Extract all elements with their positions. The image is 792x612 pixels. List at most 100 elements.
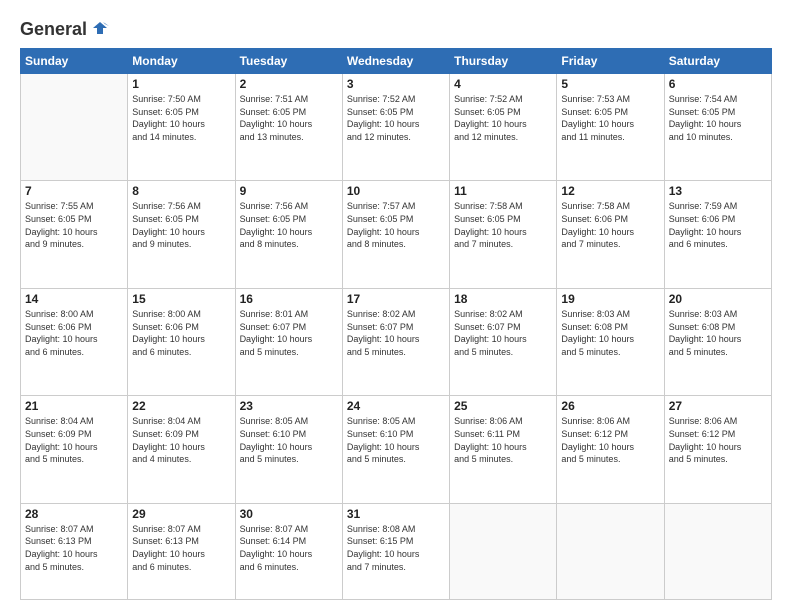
day-number: 14 [25, 292, 123, 306]
day-number: 4 [454, 77, 552, 91]
day-info: Sunrise: 8:07 AMSunset: 6:13 PMDaylight:… [132, 523, 230, 573]
calendar-cell: 30 Sunrise: 8:07 AMSunset: 6:14 PMDayligh… [235, 503, 342, 599]
calendar-cell: 28 Sunrise: 8:07 AMSunset: 6:13 PMDayligh… [21, 503, 128, 599]
day-number: 31 [347, 507, 445, 521]
calendar-cell: 11 Sunrise: 7:58 AMSunset: 6:05 PMDayligh… [450, 181, 557, 288]
day-number: 19 [561, 292, 659, 306]
day-info: Sunrise: 7:59 AMSunset: 6:06 PMDaylight:… [669, 200, 767, 250]
day-info: Sunrise: 7:50 AMSunset: 6:05 PMDaylight:… [132, 93, 230, 143]
day-info: Sunrise: 7:54 AMSunset: 6:05 PMDaylight:… [669, 93, 767, 143]
day-info: Sunrise: 8:00 AMSunset: 6:06 PMDaylight:… [132, 308, 230, 358]
weekday-header-saturday: Saturday [664, 49, 771, 74]
day-number: 20 [669, 292, 767, 306]
header: General [20, 18, 772, 38]
day-info: Sunrise: 7:52 AMSunset: 6:05 PMDaylight:… [454, 93, 552, 143]
calendar-cell: 16 Sunrise: 8:01 AMSunset: 6:07 PMDayligh… [235, 288, 342, 395]
calendar-cell [664, 503, 771, 599]
calendar-cell: 5 Sunrise: 7:53 AMSunset: 6:05 PMDaylight… [557, 74, 664, 181]
day-info: Sunrise: 8:02 AMSunset: 6:07 PMDaylight:… [454, 308, 552, 358]
calendar-cell: 22 Sunrise: 8:04 AMSunset: 6:09 PMDayligh… [128, 396, 235, 503]
day-info: Sunrise: 8:06 AMSunset: 6:12 PMDaylight:… [561, 415, 659, 465]
day-info: Sunrise: 7:53 AMSunset: 6:05 PMDaylight:… [561, 93, 659, 143]
day-number: 27 [669, 399, 767, 413]
day-number: 22 [132, 399, 230, 413]
calendar-cell: 21 Sunrise: 8:04 AMSunset: 6:09 PMDayligh… [21, 396, 128, 503]
day-info: Sunrise: 8:04 AMSunset: 6:09 PMDaylight:… [25, 415, 123, 465]
calendar-week-row: 7 Sunrise: 7:55 AMSunset: 6:05 PMDaylight… [21, 181, 772, 288]
day-number: 3 [347, 77, 445, 91]
day-info: Sunrise: 7:55 AMSunset: 6:05 PMDaylight:… [25, 200, 123, 250]
day-number: 24 [347, 399, 445, 413]
day-number: 11 [454, 184, 552, 198]
calendar-cell: 18 Sunrise: 8:02 AMSunset: 6:07 PMDayligh… [450, 288, 557, 395]
day-info: Sunrise: 8:03 AMSunset: 6:08 PMDaylight:… [669, 308, 767, 358]
day-info: Sunrise: 8:07 AMSunset: 6:13 PMDaylight:… [25, 523, 123, 573]
day-info: Sunrise: 8:01 AMSunset: 6:07 PMDaylight:… [240, 308, 338, 358]
day-number: 28 [25, 507, 123, 521]
calendar-cell: 8 Sunrise: 7:56 AMSunset: 6:05 PMDaylight… [128, 181, 235, 288]
day-number: 29 [132, 507, 230, 521]
day-number: 10 [347, 184, 445, 198]
calendar-cell: 14 Sunrise: 8:00 AMSunset: 6:06 PMDayligh… [21, 288, 128, 395]
calendar-week-row: 21 Sunrise: 8:04 AMSunset: 6:09 PMDayligh… [21, 396, 772, 503]
calendar-cell: 24 Sunrise: 8:05 AMSunset: 6:10 PMDayligh… [342, 396, 449, 503]
day-number: 21 [25, 399, 123, 413]
day-number: 5 [561, 77, 659, 91]
day-info: Sunrise: 8:06 AMSunset: 6:12 PMDaylight:… [669, 415, 767, 465]
day-number: 12 [561, 184, 659, 198]
weekday-header-monday: Monday [128, 49, 235, 74]
day-number: 8 [132, 184, 230, 198]
day-number: 18 [454, 292, 552, 306]
calendar-cell: 7 Sunrise: 7:55 AMSunset: 6:05 PMDaylight… [21, 181, 128, 288]
calendar-cell: 12 Sunrise: 7:58 AMSunset: 6:06 PMDayligh… [557, 181, 664, 288]
calendar-table: SundayMondayTuesdayWednesdayThursdayFrid… [20, 48, 772, 600]
day-number: 13 [669, 184, 767, 198]
calendar-cell: 10 Sunrise: 7:57 AMSunset: 6:05 PMDayligh… [342, 181, 449, 288]
day-info: Sunrise: 8:00 AMSunset: 6:06 PMDaylight:… [25, 308, 123, 358]
day-info: Sunrise: 8:02 AMSunset: 6:07 PMDaylight:… [347, 308, 445, 358]
calendar-cell: 4 Sunrise: 7:52 AMSunset: 6:05 PMDaylight… [450, 74, 557, 181]
weekday-header-friday: Friday [557, 49, 664, 74]
day-number: 23 [240, 399, 338, 413]
logo-general: General [20, 19, 87, 40]
calendar-cell: 26Sunrise: 8:06 AMSunset: 6:12 PMDayligh… [557, 396, 664, 503]
page: General SundayMondayTuesdayWednesda [0, 0, 792, 612]
logo-bird-icon [89, 18, 111, 40]
calendar-cell: 1Sunrise: 7:50 AMSunset: 6:05 PMDaylight… [128, 74, 235, 181]
calendar-cell: 23 Sunrise: 8:05 AMSunset: 6:10 PMDayligh… [235, 396, 342, 503]
calendar-cell [21, 74, 128, 181]
calendar-cell: 20 Sunrise: 8:03 AMSunset: 6:08 PMDayligh… [664, 288, 771, 395]
day-number: 15 [132, 292, 230, 306]
day-info: Sunrise: 8:03 AMSunset: 6:08 PMDaylight:… [561, 308, 659, 358]
day-info: Sunrise: 8:04 AMSunset: 6:09 PMDaylight:… [132, 415, 230, 465]
day-info: Sunrise: 7:58 AMSunset: 6:06 PMDaylight:… [561, 200, 659, 250]
weekday-header-tuesday: Tuesday [235, 49, 342, 74]
day-number: 16 [240, 292, 338, 306]
day-info: Sunrise: 8:07 AMSunset: 6:14 PMDaylight:… [240, 523, 338, 573]
day-info: Sunrise: 7:56 AMSunset: 6:05 PMDaylight:… [132, 200, 230, 250]
day-info: Sunrise: 7:51 AMSunset: 6:05 PMDaylight:… [240, 93, 338, 143]
day-info: Sunrise: 7:56 AMSunset: 6:05 PMDaylight:… [240, 200, 338, 250]
calendar-week-row: 1Sunrise: 7:50 AMSunset: 6:05 PMDaylight… [21, 74, 772, 181]
logo: General [20, 18, 111, 38]
calendar-week-row: 28 Sunrise: 8:07 AMSunset: 6:13 PMDayligh… [21, 503, 772, 599]
calendar-cell: 25 Sunrise: 8:06 AMSunset: 6:11 PMDayligh… [450, 396, 557, 503]
day-number: 7 [25, 184, 123, 198]
calendar-cell: 6Sunrise: 7:54 AMSunset: 6:05 PMDaylight… [664, 74, 771, 181]
day-info: Sunrise: 7:57 AMSunset: 6:05 PMDaylight:… [347, 200, 445, 250]
calendar-cell: 29 Sunrise: 8:07 AMSunset: 6:13 PMDayligh… [128, 503, 235, 599]
day-info: Sunrise: 7:58 AMSunset: 6:05 PMDaylight:… [454, 200, 552, 250]
day-number: 25 [454, 399, 552, 413]
day-number: 9 [240, 184, 338, 198]
weekday-header-thursday: Thursday [450, 49, 557, 74]
calendar-header-row: SundayMondayTuesdayWednesdayThursdayFrid… [21, 49, 772, 74]
calendar-week-row: 14 Sunrise: 8:00 AMSunset: 6:06 PMDayligh… [21, 288, 772, 395]
calendar-cell: 3 Sunrise: 7:52 AMSunset: 6:05 PMDaylight… [342, 74, 449, 181]
day-info: Sunrise: 8:05 AMSunset: 6:10 PMDaylight:… [240, 415, 338, 465]
day-info: Sunrise: 7:52 AMSunset: 6:05 PMDaylight:… [347, 93, 445, 143]
calendar-cell: 9 Sunrise: 7:56 AMSunset: 6:05 PMDaylight… [235, 181, 342, 288]
weekday-header-wednesday: Wednesday [342, 49, 449, 74]
day-info: Sunrise: 8:06 AMSunset: 6:11 PMDaylight:… [454, 415, 552, 465]
day-number: 30 [240, 507, 338, 521]
day-info: Sunrise: 8:05 AMSunset: 6:10 PMDaylight:… [347, 415, 445, 465]
